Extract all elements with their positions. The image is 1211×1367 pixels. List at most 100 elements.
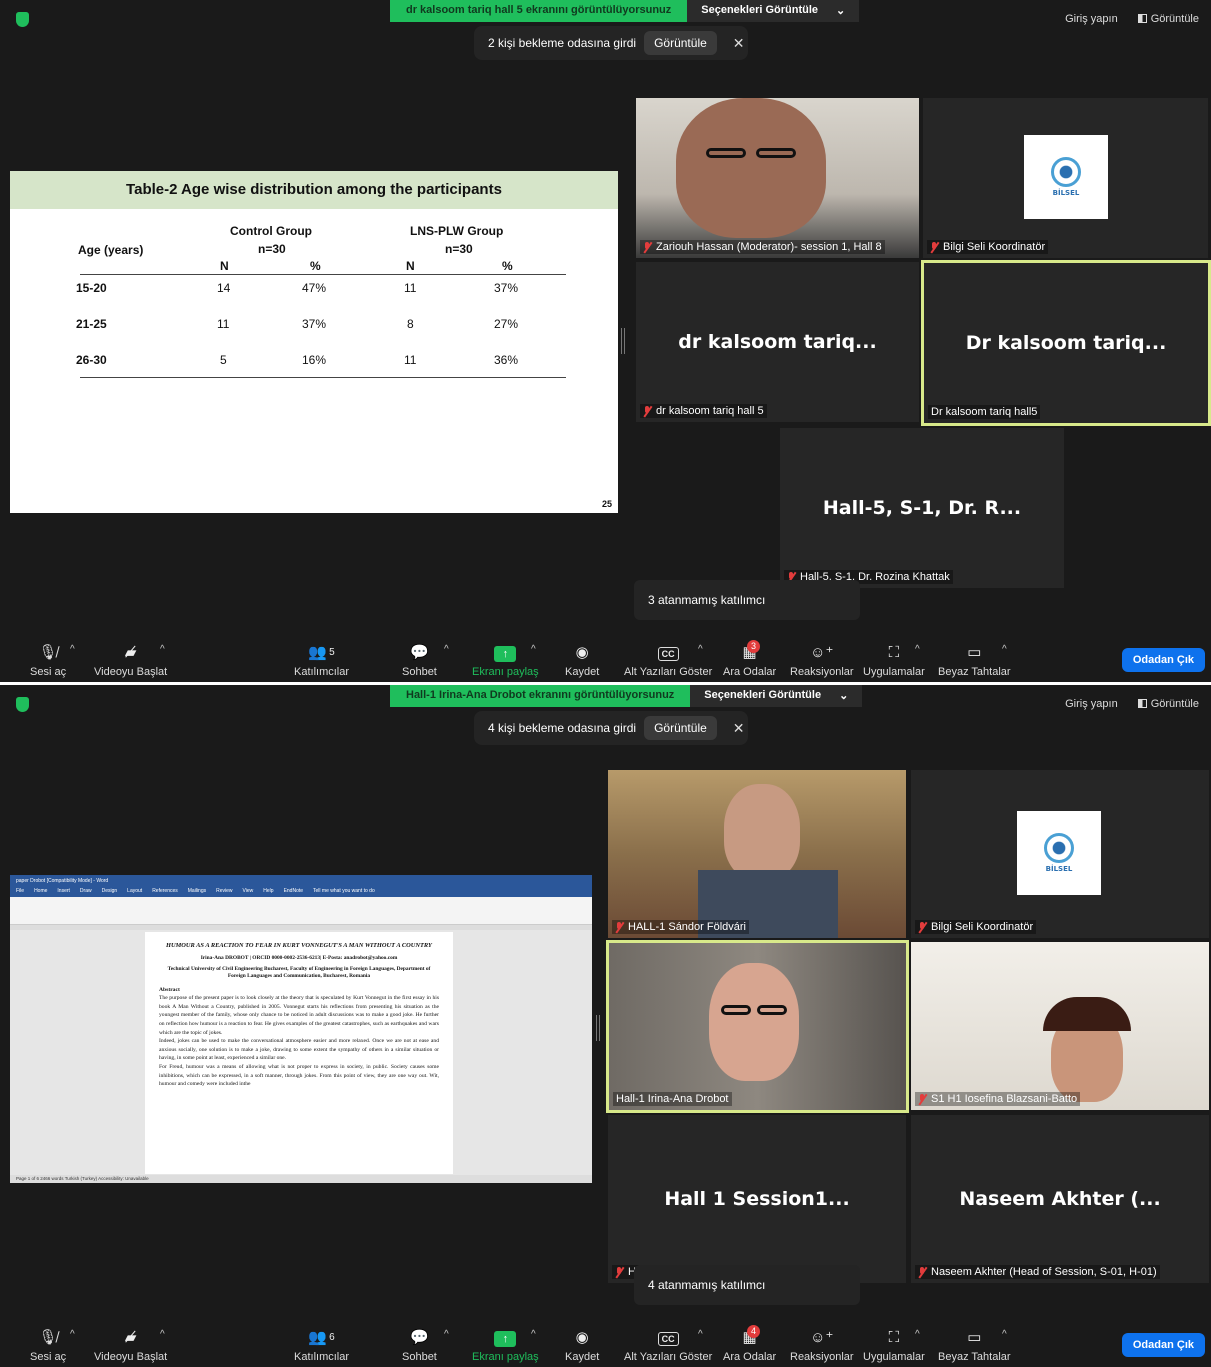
view-options-button[interactable]: Seçenekleri Görüntüle ⌄ [687, 0, 860, 22]
ribbon-search[interactable]: Tell me what you want to do [313, 888, 375, 896]
video-options-caret[interactable]: ^ [160, 1329, 165, 1340]
reactions-button[interactable]: ☺⁺ Reaksiyonlar [790, 644, 854, 678]
ribbon-tab[interactable]: View [243, 888, 254, 896]
ribbon-tab[interactable]: Help [263, 888, 273, 896]
ribbon-tab[interactable]: Review [216, 888, 232, 896]
ribbon-tab[interactable]: File [16, 888, 24, 896]
share-screen-button[interactable]: ↑ Ekranı paylaş [472, 644, 539, 678]
breakout-badge: 3 [747, 640, 761, 653]
audio-options-caret[interactable]: ^ [70, 1329, 75, 1340]
share-screen-icon: ↑ [472, 1329, 539, 1347]
active-speaker-tile[interactable]: Hall-1 Irina-Ana Drobot [606, 940, 909, 1113]
group1-n: n=30 [258, 242, 286, 256]
top-right-controls: Giriş yapın Görüntüle [1065, 13, 1199, 25]
active-speaker-tile[interactable]: Dr kalsoom tariq... Dr kalsoom tariq hal… [921, 260, 1211, 426]
signin-button[interactable]: Giriş yapın [1065, 698, 1118, 710]
shield-icon[interactable] [16, 12, 29, 27]
apps-options-caret[interactable]: ^ [915, 644, 920, 655]
participants-count: 6 [329, 1332, 335, 1343]
participant-name: Naseem Akhter (Head of Session, S-01, H-… [915, 1265, 1160, 1279]
breakout-rooms-button[interactable]: ▦ 3 Ara Odalar [723, 640, 776, 678]
captions-options-caret[interactable]: ^ [698, 1329, 703, 1340]
video-off-icon: ▰̸ [124, 1329, 137, 1346]
breakout-rooms-button[interactable]: ▦ 4 Ara Odalar [723, 1325, 776, 1363]
word-title-bar: paper Drobot [Compatibility Mode] - Word [10, 875, 592, 887]
chat-button[interactable]: 💬 Sohbet [402, 644, 437, 678]
participant-tile[interactable]: Zariouh Hassan (Moderator)- session 1, H… [636, 98, 919, 258]
row-age: 26-30 [76, 353, 107, 367]
bilsel-logo: BİLSEL [1024, 135, 1108, 219]
participants-button[interactable]: 👥 5 Katılımcılar [294, 644, 349, 678]
table-rule-bottom [80, 377, 566, 378]
participant-tile[interactable]: Hall-5, S-1, Dr. R... Hall-5, S-1, Dr. R… [780, 428, 1064, 588]
participant-tile[interactable]: dr kalsoom tariq... dr kalsoom tariq hal… [636, 262, 919, 422]
split-divider-handle[interactable] [596, 1015, 600, 1041]
bilsel-logo: BİLSEL [1017, 811, 1101, 895]
share-options-caret[interactable]: ^ [531, 644, 536, 655]
chat-options-caret[interactable]: ^ [444, 1329, 449, 1340]
ribbon-tab[interactable]: Mailings [188, 888, 206, 896]
share-screen-button[interactable]: ↑ Ekranı paylaş [472, 1329, 539, 1363]
share-status-text: dr kalsoom tariq hall 5 ekranını görüntü… [390, 0, 688, 22]
shield-icon[interactable] [16, 697, 29, 712]
whiteboard-button[interactable]: ▭ Beyaz Tahtalar [938, 1329, 1011, 1363]
unmute-button[interactable]: 🎙︎̸ Sesi aç [30, 644, 66, 678]
record-button[interactable]: ◉ Kaydet [565, 644, 599, 678]
leave-room-button[interactable]: Odadan Çık [1121, 648, 1205, 672]
participants-button[interactable]: 👥 6 Katılımcılar [294, 1329, 349, 1363]
ribbon-tab[interactable]: Home [34, 888, 47, 896]
ribbon-tab[interactable]: Insert [57, 888, 70, 896]
whiteboard-options-caret[interactable]: ^ [1002, 1329, 1007, 1340]
ribbon-tab[interactable]: EndNote [284, 888, 303, 896]
participant-tile[interactable]: Naseem Akhter (... Naseem Akhter (Head o… [911, 1115, 1209, 1283]
whiteboard-options-caret[interactable]: ^ [1002, 644, 1007, 655]
participant-tile[interactable]: HALL-1 Sándor Földvári [608, 770, 906, 938]
video-options-caret[interactable]: ^ [160, 644, 165, 655]
view-options-button[interactable]: Seçenekleri Görüntüle ⌄ [690, 685, 863, 707]
participant-video [636, 98, 919, 258]
chat-button[interactable]: 💬 Sohbet [402, 1329, 437, 1363]
toast-view-button[interactable]: Görüntüle [644, 31, 717, 55]
reactions-button[interactable]: ☺⁺ Reaksiyonlar [790, 1329, 854, 1363]
participant-tile[interactable]: Hall 1 Session1... H [608, 1115, 906, 1283]
waiting-room-text: 2 kişi bekleme odasına girdi [488, 36, 637, 50]
group2-header: LNS-PLW Group [410, 224, 504, 238]
share-options-caret[interactable]: ^ [531, 1329, 536, 1340]
share-banner: Hall-1 Irina-Ana Drobot ekranını görüntü… [390, 685, 863, 707]
unmute-button[interactable]: 🎙︎̸ Sesi aç [30, 1329, 66, 1363]
mic-muted-icon [643, 405, 652, 417]
start-video-label: Videoyu Başlat [94, 666, 168, 678]
ribbon-tab[interactable]: References [152, 888, 178, 896]
chat-options-caret[interactable]: ^ [444, 644, 449, 655]
close-icon[interactable]: ✕ [733, 720, 745, 737]
captions-options-caret[interactable]: ^ [698, 644, 703, 655]
apps-options-caret[interactable]: ^ [915, 1329, 920, 1340]
toast-view-button[interactable]: Görüntüle [644, 716, 717, 740]
share-screen-icon: ↑ [472, 644, 539, 662]
close-icon[interactable]: ✕ [733, 35, 745, 52]
split-divider-handle[interactable] [621, 328, 625, 354]
header-p2: % [502, 259, 513, 273]
participant-tile[interactable]: S1 H1 Iosefina Blazsani-Batto [911, 942, 1209, 1110]
participant-face [676, 98, 826, 238]
ribbon-tab[interactable]: Layout [127, 888, 142, 896]
record-button[interactable]: ◉ Kaydet [565, 1329, 599, 1363]
view-button[interactable]: Görüntüle [1137, 13, 1199, 25]
view-button[interactable]: Görüntüle [1137, 698, 1199, 710]
leave-room-button[interactable]: Odadan Çık [1121, 1333, 1205, 1357]
signin-button[interactable]: Giriş yapın [1065, 13, 1118, 25]
start-video-button[interactable]: ▰̸ Videoyu Başlat [94, 1329, 167, 1363]
shared-word-document: paper Drobot [Compatibility Mode] - Word… [10, 875, 592, 1183]
ribbon-tab[interactable]: Design [102, 888, 118, 896]
whiteboard-button[interactable]: ▭ Beyaz Tahtalar [938, 644, 1011, 678]
ribbon-tab[interactable]: Draw [80, 888, 92, 896]
participant-tile[interactable]: BİLSEL Bilgi Seli Koordinatör [923, 98, 1208, 258]
participant-tile[interactable]: BİLSEL Bilgi Seli Koordinatör [911, 770, 1209, 938]
row-p1: 37% [302, 317, 327, 331]
start-video-button[interactable]: ▰̸ Videoyu Başlat [94, 644, 167, 678]
waiting-room-toast: 2 kişi bekleme odasına girdi Görüntüle ✕ [474, 26, 748, 60]
participant-name-text: dr kalsoom tariq hall 5 [656, 405, 764, 417]
group2-n: n=30 [445, 242, 473, 256]
audio-options-caret[interactable]: ^ [70, 644, 75, 655]
meeting-toolbar: 🎙︎̸ Sesi aç ^ ▰̸ Videoyu Başlat ^ 👥 5 Katılı… [0, 630, 1211, 682]
